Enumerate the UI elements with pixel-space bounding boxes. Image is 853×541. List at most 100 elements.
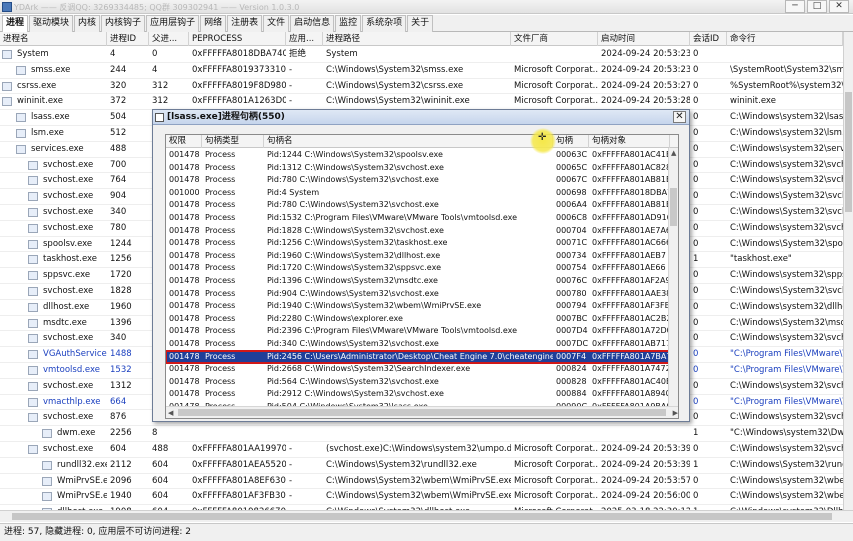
handle-row[interactable]: 001478 Process Pid:904 C:\Windows\System32… bbox=[166, 288, 670, 301]
handles-vscrollbar[interactable]: ▲ bbox=[668, 148, 678, 406]
scroll-thumb[interactable] bbox=[12, 513, 832, 520]
handles-hscrollbar[interactable]: ◀ ▶ bbox=[166, 406, 678, 418]
table-row[interactable]: svchost.exe 604 488 0xFFFFFA801AA19970- (svc… bbox=[0, 442, 843, 458]
cell-name: Pid:780 C:\Windows\System32\svchost.exe bbox=[267, 200, 439, 210]
cell-type: Process bbox=[205, 288, 236, 298]
handle-row[interactable]: 001478 Process Pid:1532 C:\Program Files\V… bbox=[166, 212, 670, 225]
handle-row[interactable]: 001478 Process Pid:2280 C:\Windows\explore… bbox=[166, 313, 670, 326]
cell-time: 2024-09-24 20:53:39 bbox=[601, 459, 690, 470]
cell-perm: 001478 bbox=[169, 276, 200, 285]
handle-row[interactable]: 001478 Process Pid:2396 C:\Program Files\V… bbox=[166, 325, 670, 338]
cell-obj: 0xFFFFFA801AC40B bbox=[592, 376, 670, 386]
cell-eproc: 0xFFFFFA8019F8D980 bbox=[192, 80, 286, 91]
tab-monitor[interactable]: 监控 bbox=[335, 15, 362, 32]
column-header[interactable]: 进程路径 bbox=[323, 32, 511, 46]
column-header[interactable]: 进程名 bbox=[0, 32, 107, 46]
handle-row-selected[interactable]: 001478 Process Pid:2456 C:\Users\Administr… bbox=[166, 349, 671, 365]
scroll-thumb[interactable] bbox=[845, 92, 852, 212]
column-header[interactable]: PEPROCESS bbox=[189, 32, 286, 46]
cell-cmd: C:\Windows\system32\svcho bbox=[730, 333, 843, 344]
process-icon bbox=[28, 192, 38, 202]
handle-row[interactable]: 001478 Process Pid:564 C:\Windows\System32… bbox=[166, 376, 670, 389]
table-row[interactable]: smss.exe 244 4 0xFFFFFA8019373310- C:\Window… bbox=[0, 63, 843, 79]
column-header[interactable]: 命令行 bbox=[727, 32, 843, 46]
column-header[interactable]: 应用... bbox=[286, 32, 323, 46]
cell-pid: 512 bbox=[110, 128, 127, 138]
scroll-up-arrow-icon[interactable]: ▲ bbox=[671, 148, 676, 158]
table-row[interactable]: WmiPrvSE.exe1940 604 0xFFFFFA801AF3FB30- C:… bbox=[0, 489, 843, 506]
tab-user-hooks[interactable]: 应用层钩子 bbox=[146, 15, 200, 32]
handle-row[interactable]: 001478 Process Pid:1396 C:\Windows\System3… bbox=[166, 275, 670, 288]
cell-pid: 340 bbox=[110, 207, 127, 217]
cell-perm: 001478 bbox=[169, 351, 200, 361]
handle-row[interactable]: 001478 Process Pid:1828 C:\Windows\System3… bbox=[166, 225, 670, 238]
table-row[interactable]: rundll32.exe 2112 604 0xFFFFFA801AEA5520- C:… bbox=[0, 458, 843, 474]
minimize-button[interactable]: ─ bbox=[785, 0, 805, 13]
tab-process[interactable]: 进程 bbox=[2, 15, 29, 33]
table-row[interactable]: csrss.exe 320 312 0xFFFFFA8019F8D980- C:\Win… bbox=[0, 79, 843, 95]
scroll-right-arrow-icon[interactable]: ▶ bbox=[673, 408, 678, 418]
process-icon bbox=[28, 160, 38, 170]
tab-network[interactable]: 网络 bbox=[200, 15, 227, 32]
cell-access: - bbox=[289, 96, 293, 107]
process-table-vscrollbar[interactable] bbox=[843, 32, 853, 510]
column-header[interactable]: 句柄对象 bbox=[589, 135, 670, 148]
handle-row[interactable]: 001478 Process Pid:1244 C:\Windows\System3… bbox=[166, 149, 670, 162]
cell-type: Process bbox=[205, 339, 236, 348]
table-row[interactable]: dwm.exe 2256 8 1 "C:\Windows\system32\Dwm bbox=[0, 426, 843, 442]
cell-perm: 001478 bbox=[169, 213, 200, 222]
scroll-thumb[interactable] bbox=[670, 188, 677, 226]
table-row[interactable]: System 4 0 0xFFFFFA8018DBA740 拒绝 System 2024-0… bbox=[0, 47, 843, 63]
handle-row[interactable]: 001478 Process Pid:1256 C:\Windows\System3… bbox=[166, 237, 670, 250]
cell-pid: 764 bbox=[110, 175, 127, 186]
column-header[interactable]: 会话ID bbox=[690, 32, 727, 46]
cell-obj: 0xFFFFFA8018DBA7 bbox=[592, 187, 670, 197]
handle-row[interactable]: 001478 Process Pid:1940 C:\Windows\System3… bbox=[166, 300, 670, 313]
cell-time bbox=[598, 426, 690, 441]
table-row[interactable]: WmiPrvSE.exe2096 604 0xFFFFFA801A8EF630- C:… bbox=[0, 474, 843, 490]
handle-row[interactable]: 001000 Process Pid:4 System 000698 0xFFFFFA8… bbox=[166, 187, 670, 200]
tab-system-misc[interactable]: 系统杂项 bbox=[362, 15, 407, 32]
process-table-hscrollbar[interactable] bbox=[0, 510, 853, 522]
tab-driver-modules[interactable]: 驱动模块 bbox=[29, 15, 74, 32]
column-header[interactable]: 句柄名 bbox=[264, 135, 553, 148]
handle-row[interactable]: 001478 Process Pid:780 C:\Windows\System32… bbox=[166, 174, 670, 187]
process-icon bbox=[28, 302, 38, 312]
column-header[interactable]: 启动时间 bbox=[598, 32, 690, 46]
cell-cmd: C:\Windows\system32\sppsv bbox=[730, 270, 843, 281]
scroll-left-arrow-icon[interactable]: ◀ bbox=[168, 408, 173, 418]
scroll-thumb[interactable] bbox=[178, 409, 666, 416]
tab-kernel[interactable]: 内核 bbox=[74, 15, 101, 32]
table-row[interactable]: wininit.exe 372 312 0xFFFFFA801A1263D0- C:\W… bbox=[0, 94, 843, 111]
cell-session: 0 bbox=[693, 317, 699, 328]
cell-cmd: C:\Windows\system32\svcho bbox=[730, 175, 843, 186]
handle-row[interactable]: 001478 Process Pid:1312 C:\Windows\System3… bbox=[166, 162, 670, 175]
dialog-title: [lsass.exe]进程句柄(550) bbox=[167, 112, 285, 122]
cell-name: smss.exe bbox=[31, 64, 71, 75]
tab-kernel-hooks[interactable]: 内核钩子 bbox=[101, 15, 146, 32]
tab-file[interactable]: 文件 bbox=[263, 15, 290, 32]
dialog-close-button[interactable]: ✕ bbox=[673, 111, 686, 123]
tab-registry[interactable]: 注册表 bbox=[227, 15, 263, 32]
column-header[interactable]: 句柄 bbox=[553, 135, 589, 148]
process-icon bbox=[28, 176, 38, 186]
maximize-button[interactable]: □ bbox=[807, 0, 827, 13]
tab-about[interactable]: 关于 bbox=[407, 15, 434, 32]
handle-row[interactable]: 001478 Process Pid:1720 C:\Windows\System3… bbox=[166, 262, 670, 275]
close-button[interactable]: ✕ bbox=[829, 0, 849, 13]
handle-row[interactable]: 001478 Process Pid:2668 C:\Windows\System3… bbox=[166, 363, 670, 376]
column-header[interactable]: 文件厂商 bbox=[511, 32, 598, 46]
cell-name: wininit.exe bbox=[17, 96, 63, 107]
column-header[interactable]: 父进... bbox=[149, 32, 189, 46]
column-header[interactable]: 句柄类型 bbox=[202, 135, 264, 148]
handle-row[interactable]: 001478 Process Pid:1960 C:\Windows\System3… bbox=[166, 250, 670, 263]
column-header[interactable]: 进程ID bbox=[107, 32, 149, 46]
column-header[interactable]: 权限 bbox=[166, 135, 202, 148]
process-icon bbox=[28, 381, 38, 391]
handle-row[interactable]: 001478 Process Pid:2912 C:\Windows\System3… bbox=[166, 388, 670, 401]
tab-startup[interactable]: 启动信息 bbox=[290, 15, 335, 32]
cell-cmd: C:\Windows\System32\svcho bbox=[730, 286, 843, 296]
cell-pid: 2112 bbox=[110, 459, 132, 470]
handle-row[interactable]: 001478 Process Pid:780 C:\Windows\System32… bbox=[166, 199, 670, 212]
handle-row[interactable]: 001478 Process Pid:340 C:\Windows\System32… bbox=[166, 338, 670, 351]
